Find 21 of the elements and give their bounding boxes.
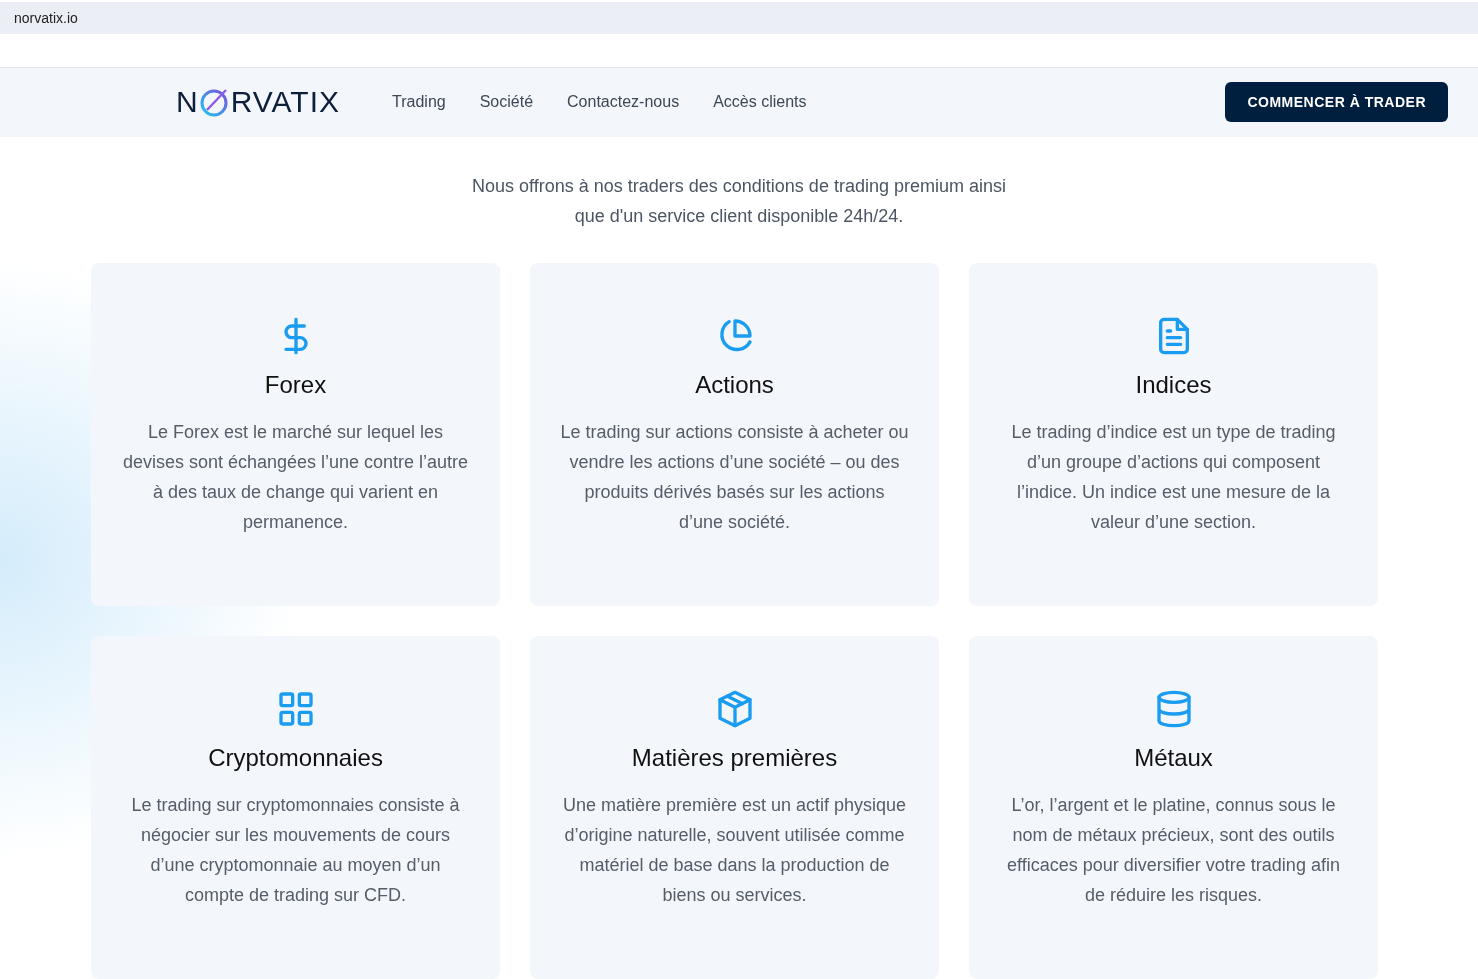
product-title: Matières premières xyxy=(631,744,838,772)
address-bar-url[interactable]: norvatix.io xyxy=(14,9,78,26)
intro-paragraph: Nous offrons à nos traders des conditions de trading premium ainsi que d'un service client disponible 24h/24. xyxy=(471,175,1007,228)
logo-text: RVATIX xyxy=(230,85,341,120)
nav-link[interactable]: Contactez-nous xyxy=(567,93,680,112)
product-description: Le trading d’indice est un type de trading d’un groupe d’actions qui composent l’indice. Un indice est une mesure de la valeur d’une section. xyxy=(1010,421,1337,534)
product-title: Métaux xyxy=(1134,744,1213,772)
product-title: Forex xyxy=(264,371,327,399)
nav-link[interactable]: Trading xyxy=(392,93,446,112)
product-description: Une matière première est un actif physique d’origine naturelle, souvent utilisée comme matériel de base dans la production de biens ou services. xyxy=(561,794,908,907)
product-title: Cryptomonnaies xyxy=(208,744,383,772)
logo-text: N xyxy=(176,85,199,120)
product-title: Indices xyxy=(1135,371,1212,399)
product-description: Le trading sur cryptomonnaies consiste à négocier sur les mouvements de cours d’une cryptomonnaie au moyen d’un compte de trading sur CFD. xyxy=(130,794,461,907)
product-description: L’or, l’argent et le platine, connus sous le nom de métaux précieux, sont des outils efficaces pour diversifier votre trading afin de réduire les risques. xyxy=(1006,794,1341,907)
nav-link[interactable]: Société xyxy=(479,93,534,112)
product-description: Le trading sur actions consiste à acheter ou vendre les actions d’une société – ou des produits dérivés basés sur les actions d’une société. xyxy=(560,421,909,534)
product-title: Actions xyxy=(695,371,774,399)
start-trading-button[interactable]: COMMENCER À TRADER xyxy=(1225,82,1448,123)
nav-link[interactable]: Accès clients xyxy=(713,93,807,112)
product-description: Le Forex est le marché sur lequel les devises sont échangées l’une contre l’autre à des taux de change qui varient en permanence. xyxy=(121,421,470,534)
